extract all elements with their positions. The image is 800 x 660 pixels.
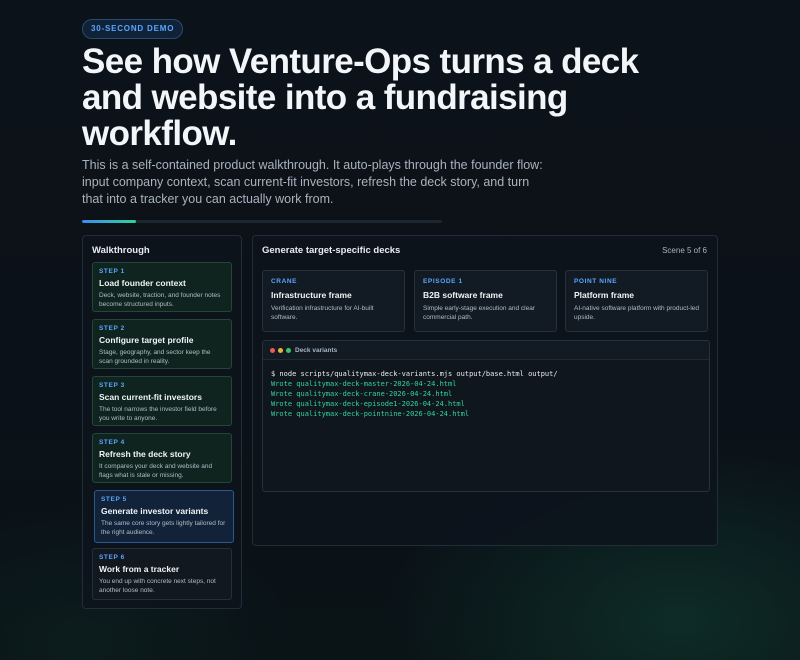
step-6-item[interactable]: STEP 6 Work from a tracker You end up wi… [92, 548, 232, 600]
step-title: Refresh the deck story [99, 449, 191, 459]
step-title: Generate investor variants [101, 506, 209, 516]
terminal-output-line: Wrote qualitymax-deck-master-2026-04-24.… [271, 380, 457, 388]
card-label: CRANE [271, 278, 298, 285]
scene-counter: Scene 5 of 6 [662, 246, 707, 255]
card-description: AI-native software platform with product… [574, 305, 699, 321]
close-dot-icon [270, 347, 275, 353]
step-1-item[interactable]: STEP 1 Load founder context Deck, websit… [92, 262, 232, 312]
page-title: See how Venture-Ops turns a deck and web… [82, 42, 639, 153]
step-title: Configure target profile [99, 335, 194, 345]
maximize-dot-icon [286, 347, 291, 353]
card-label: EPISODE 1 [423, 278, 463, 285]
step-3-item[interactable]: STEP 3 Scan current-fit investors The to… [92, 376, 232, 426]
terminal-title: Deck variants [295, 346, 338, 354]
card-label: POINT NINE [574, 278, 618, 285]
step-title: Load founder context [99, 278, 186, 288]
step-description: You end up with concrete next steps, not… [99, 578, 216, 594]
card-title: B2B software frame [423, 290, 503, 300]
step-description: The tool narrows the investor field befo… [99, 406, 217, 422]
step-title: Work from a tracker [99, 564, 180, 574]
terminal-command: $ node scripts/qualitymax-deck-variants.… [271, 370, 558, 378]
demo-badge: 30-SECOND DEMO [82, 19, 184, 39]
step-description: Deck, website, traction, and founder not… [99, 292, 221, 308]
demo-progress-bar [82, 220, 442, 223]
walkthrough-panel: Walkthrough STEP 1 Load founder context … [82, 235, 242, 609]
step-label: STEP 3 [99, 382, 125, 389]
terminal-output-line: Wrote qualitymax-deck-crane-2026-04-24.h… [271, 390, 453, 398]
step-label: STEP 6 [99, 554, 125, 561]
scene-panel: Generate target-specific decks Scene 5 o… [252, 235, 718, 546]
variant-card-episode1: EPISODE 1 B2B software frame Simple earl… [414, 270, 557, 332]
card-description: Simple early-stage execution and clear c… [423, 305, 536, 321]
scene-title: Generate target-specific decks [262, 245, 401, 256]
terminal-output-line: Wrote qualitymax-deck-episode1-2026-04-2… [271, 400, 465, 408]
terminal-output: $ node scripts/qualitymax-deck-variants.… [263, 360, 709, 428]
terminal-window: Deck variants $ node scripts/qualitymax-… [262, 340, 710, 492]
step-description: Stage, geography, and sector keep the sc… [99, 349, 211, 365]
step-description: It compares your deck and website and fl… [99, 463, 213, 479]
step-label: STEP 5 [101, 496, 127, 503]
step-label: STEP 2 [99, 325, 125, 332]
card-title: Platform frame [574, 290, 634, 300]
step-label: STEP 1 [99, 268, 125, 275]
terminal-title-bar: Deck variants [263, 341, 709, 360]
step-5-item-active[interactable]: STEP 5 Generate investor variants The sa… [94, 490, 234, 543]
demo-progress-fill [82, 220, 136, 223]
walkthrough-title: Walkthrough [92, 245, 150, 256]
minimize-dot-icon [278, 347, 283, 353]
page-subtitle: This is a self-contained product walkthr… [82, 158, 543, 206]
step-description: The same core story gets lightly tailore… [101, 520, 226, 536]
step-label: STEP 4 [99, 439, 125, 446]
variant-card-pointnine: POINT NINE Platform frame AI-native soft… [565, 270, 708, 332]
card-title: Infrastructure frame [271, 290, 352, 300]
variant-card-crane: CRANE Infrastructure frame Verification … [262, 270, 405, 332]
step-2-item[interactable]: STEP 2 Configure target profile Stage, g… [92, 319, 232, 369]
step-title: Scan current-fit investors [99, 392, 202, 402]
card-description: Verification infrastructure for AI-built… [271, 305, 374, 321]
terminal-output-line: Wrote qualitymax-deck-pointnine-2026-04-… [271, 410, 470, 418]
step-4-item[interactable]: STEP 4 Refresh the deck story It compare… [92, 433, 232, 483]
